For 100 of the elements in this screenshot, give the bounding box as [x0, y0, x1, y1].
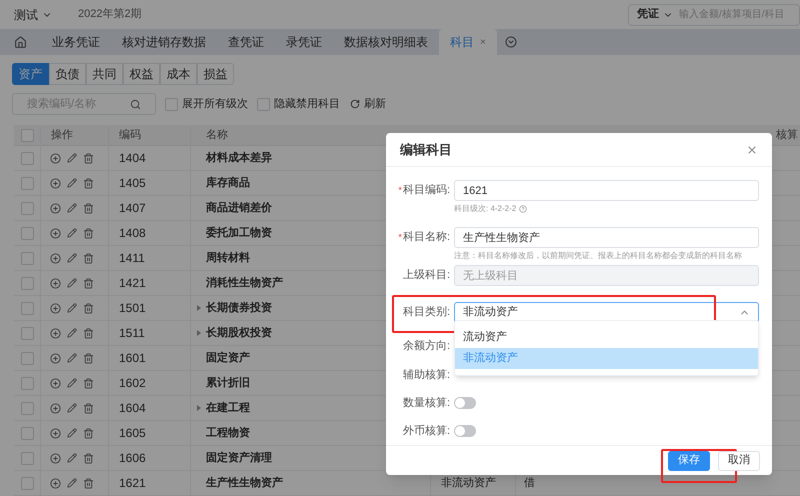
search-icon[interactable] [130, 98, 141, 110]
delete-icon[interactable] [83, 402, 94, 414]
expand-arrow-icon[interactable] [197, 330, 201, 336]
checkbox[interactable] [20, 152, 34, 164]
category-tab[interactable]: 损益 [197, 63, 234, 85]
checkbox[interactable] [20, 476, 34, 490]
dropdown-option[interactable]: 流动资产 [455, 327, 758, 348]
category-tab[interactable]: 共同 [86, 63, 123, 85]
delete-icon[interactable] [83, 302, 94, 314]
add-icon[interactable] [50, 428, 61, 438]
expand-arrow-icon[interactable] [197, 405, 201, 411]
home-icon[interactable] [14, 36, 27, 48]
checkbox[interactable] [20, 402, 34, 414]
page-tab[interactable]: 业务凭证 [41, 29, 111, 55]
more-tabs-icon[interactable] [504, 36, 517, 48]
field-label: 科目类别: [402, 305, 450, 320]
delete-icon[interactable] [83, 428, 94, 438]
add-icon[interactable] [50, 352, 61, 364]
checkbox[interactable] [20, 252, 34, 264]
checkbox[interactable] [20, 302, 34, 314]
refresh-icon[interactable] [350, 99, 360, 109]
edit-icon[interactable] [67, 178, 77, 188]
page-tab[interactable]: 查凭证 [217, 29, 275, 55]
edit-icon[interactable] [67, 353, 77, 363]
edit-icon[interactable] [67, 478, 77, 488]
edit-icon[interactable] [67, 428, 77, 438]
search-type-selector[interactable]: 凭证 [629, 6, 679, 23]
save-button[interactable]: 保存 [668, 450, 710, 470]
toggle-switch[interactable] [454, 425, 476, 437]
add-icon[interactable] [50, 228, 61, 238]
delete-icon[interactable] [83, 478, 94, 488]
add-icon[interactable] [50, 478, 61, 488]
code-cell-text: 1606 [119, 450, 146, 467]
add-icon[interactable] [50, 302, 61, 314]
code-cell-text: 1421 [119, 275, 146, 292]
edit-icon[interactable] [67, 153, 77, 163]
add-icon[interactable] [50, 378, 61, 388]
checkbox[interactable] [20, 352, 34, 364]
add-icon[interactable] [50, 402, 61, 414]
edit-icon[interactable] [67, 253, 77, 263]
expand-arrow-icon[interactable] [197, 305, 201, 311]
delete-icon[interactable] [83, 352, 94, 364]
delete-icon[interactable] [83, 202, 94, 214]
toggle-switch[interactable] [454, 397, 476, 409]
checkbox[interactable] [165, 98, 178, 110]
delete-icon[interactable] [83, 228, 94, 238]
edit-icon[interactable] [67, 278, 77, 288]
delete-icon[interactable] [83, 178, 94, 188]
page-tab[interactable]: 数据核对明细表 [333, 29, 439, 55]
checkbox[interactable] [20, 452, 34, 464]
name-cell-text: 累计折旧 [206, 376, 250, 391]
edit-icon[interactable] [67, 378, 77, 388]
name-cell-text: 库存商品 [206, 176, 250, 191]
edit-icon[interactable] [67, 203, 77, 213]
add-icon[interactable] [50, 202, 61, 214]
close-icon[interactable] [746, 144, 758, 156]
option-label: 隐藏禁用科目 [274, 96, 340, 112]
code-cell-text: 1405 [119, 175, 146, 192]
help-icon[interactable] [519, 205, 528, 213]
cancel-button[interactable]: 取消 [718, 450, 760, 470]
category-tab[interactable]: 负债 [49, 63, 86, 85]
add-icon[interactable] [50, 452, 61, 464]
add-icon[interactable] [50, 252, 61, 264]
add-icon[interactable] [50, 328, 61, 338]
checkbox[interactable] [20, 276, 34, 290]
edit-icon[interactable] [67, 328, 77, 338]
refresh-link[interactable]: 刷新 [364, 96, 386, 112]
category-tab[interactable]: 成本 [160, 63, 197, 85]
checkbox[interactable] [20, 202, 34, 214]
checkbox[interactable] [20, 376, 34, 390]
page-tab[interactable]: 核对进销存数据 [111, 29, 217, 55]
page-tab[interactable]: 录凭证 [275, 29, 333, 55]
edit-icon[interactable] [67, 453, 77, 463]
text-field[interactable]: 生产性生物资产 [454, 227, 759, 248]
edit-icon[interactable] [67, 303, 77, 313]
edit-icon[interactable] [67, 228, 77, 238]
add-icon[interactable] [50, 152, 61, 164]
delete-icon[interactable] [83, 452, 94, 464]
field-label: 数量核算: [402, 396, 450, 411]
field-hint: 注意：科目名称修改后，以前期间凭证、报表上的科目名称都会变成新的科目名称 [454, 250, 743, 262]
checkbox[interactable] [20, 176, 34, 190]
account-selector[interactable]: 测试 [14, 6, 52, 24]
checkbox[interactable] [20, 326, 34, 340]
name-cell-text: 工程物资 [206, 426, 250, 441]
checkbox[interactable] [20, 226, 34, 240]
delete-icon[interactable] [83, 152, 94, 164]
delete-icon[interactable] [83, 278, 94, 288]
delete-icon[interactable] [83, 378, 94, 388]
checkbox[interactable] [20, 426, 34, 440]
add-icon[interactable] [50, 178, 61, 188]
code-cell-text: 1604 [119, 400, 146, 417]
edit-icon[interactable] [67, 403, 77, 413]
text-field[interactable]: 1621 [454, 180, 759, 201]
name-cell-text: 消耗性生物资产 [206, 276, 283, 291]
checkbox[interactable] [20, 128, 34, 142]
category-tab[interactable]: 权益 [123, 63, 160, 85]
delete-icon[interactable] [83, 252, 94, 264]
checkbox[interactable] [257, 98, 270, 110]
add-icon[interactable] [50, 278, 61, 288]
delete-icon[interactable] [83, 328, 94, 338]
